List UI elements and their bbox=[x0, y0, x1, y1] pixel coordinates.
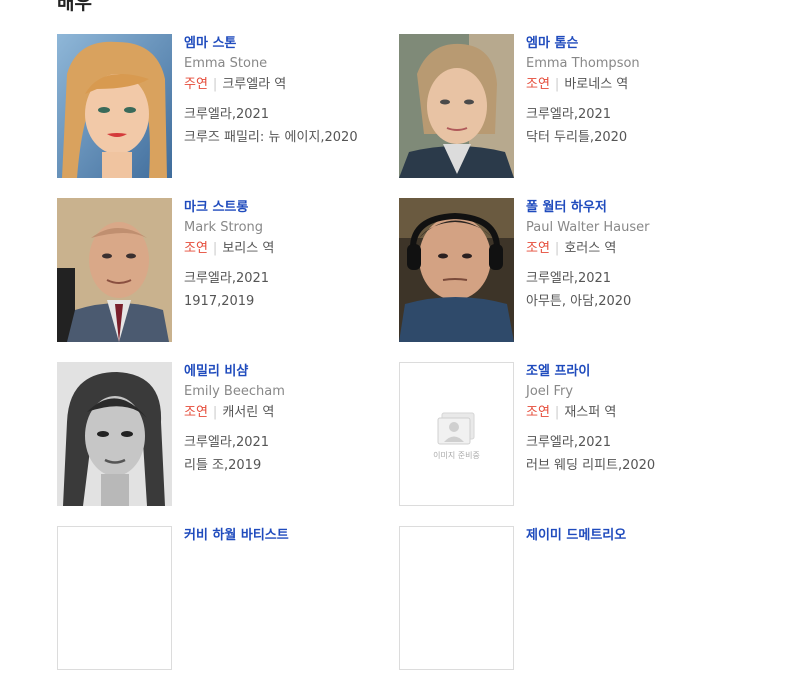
actor-card: 엠마 톰슨 Emma Thompson 조연 | 바로네스 역 크루엘라,2021 … bbox=[399, 34, 739, 184]
actor-photo[interactable] bbox=[57, 34, 172, 178]
role-type: 조연 bbox=[184, 405, 208, 420]
image-placeholder-icon bbox=[436, 411, 478, 451]
role-type: 조연 bbox=[526, 241, 550, 256]
filmography-item[interactable]: 크루엘라,2021 bbox=[526, 270, 746, 288]
role-line: 조연 | 재스퍼 역 bbox=[526, 404, 746, 422]
actor-name-en: Mark Strong bbox=[184, 220, 264, 235]
actor-photo[interactable] bbox=[399, 526, 514, 670]
role-line: 조연 | 바로네스 역 bbox=[526, 76, 746, 94]
separator: | bbox=[554, 77, 560, 92]
actor-photo[interactable] bbox=[399, 34, 514, 178]
actor-name-en: Emily Beecham bbox=[184, 384, 285, 399]
separator: | bbox=[554, 241, 560, 256]
role-line: 주연 | 크루엘라 역 bbox=[184, 76, 404, 94]
role-line: 조연 | 보리스 역 bbox=[184, 240, 404, 258]
actor-card: 제이미 드메트리오 bbox=[399, 526, 739, 676]
filmography-item[interactable]: 크루엘라,2021 bbox=[184, 106, 404, 124]
actor-name-ko[interactable]: 엠마 톰슨 bbox=[526, 35, 746, 53]
actor-name-ko[interactable]: 제이미 드메트리오 bbox=[526, 527, 746, 545]
role-name: 크루엘라 역 bbox=[222, 77, 287, 92]
role-line: 조연 | 캐서린 역 bbox=[184, 404, 404, 422]
actor-photo[interactable] bbox=[399, 198, 514, 342]
role-name: 보리스 역 bbox=[222, 241, 275, 256]
actor-card: 커비 하월 바티스트 bbox=[57, 526, 397, 676]
actor-photo[interactable] bbox=[57, 362, 172, 506]
role-type: 조연 bbox=[184, 241, 208, 256]
filmography-item[interactable]: 크루엘라,2021 bbox=[184, 434, 404, 452]
section-title: 배우 bbox=[57, 0, 92, 14]
actor-name-en: Paul Walter Hauser bbox=[526, 220, 650, 235]
filmography-item[interactable]: 크루엘라,2021 bbox=[526, 106, 746, 124]
actor-name-ko[interactable]: 폴 월터 하우저 bbox=[526, 199, 746, 217]
separator: | bbox=[212, 77, 218, 92]
filmography-item[interactable]: 1917,2019 bbox=[184, 293, 404, 311]
actor-photo[interactable] bbox=[57, 198, 172, 342]
actor-card: 마크 스트롱 Mark Strong 조연 | 보리스 역 크루엘라,2021 19… bbox=[57, 198, 397, 348]
role-name: 재스퍼 역 bbox=[564, 405, 617, 420]
actor-name-ko[interactable]: 에밀리 비샴 bbox=[184, 363, 404, 381]
actor-name-ko[interactable]: 조엘 프라이 bbox=[526, 363, 746, 381]
filmography-item[interactable]: 아무튼, 아담,2020 bbox=[526, 293, 746, 311]
role-line: 조연 | 호러스 역 bbox=[526, 240, 746, 258]
actor-name-en: Emma Stone bbox=[184, 56, 268, 71]
filmography-item[interactable]: 닥터 두리틀,2020 bbox=[526, 129, 746, 147]
filmography-item[interactable]: 리틀 조,2019 bbox=[184, 457, 404, 475]
actor-card: 이미지 준비중 조엘 프라이 Joel Fry 조연 | 재스퍼 역 크루엘라,20… bbox=[399, 362, 739, 512]
placeholder-text: 이미지 준비중 bbox=[433, 451, 480, 460]
role-name: 바로네스 역 bbox=[564, 77, 629, 92]
actor-photo[interactable] bbox=[57, 526, 172, 670]
separator: | bbox=[212, 241, 218, 256]
role-type: 조연 bbox=[526, 77, 550, 92]
actor-card: 폴 월터 하우저 Paul Walter Hauser 조연 | 호러스 역 크루엘… bbox=[399, 198, 739, 348]
actor-card: 에밀리 비샴 Emily Beecham 조연 | 캐서린 역 크루엘라,2021 … bbox=[57, 362, 397, 512]
actor-card: 엠마 스톤 Emma Stone 주연 | 크루엘라 역 크루엘라,2021 크루즈… bbox=[57, 34, 397, 184]
actor-name-ko[interactable]: 커비 하월 바티스트 bbox=[184, 527, 404, 545]
filmography-item[interactable]: 크루엘라,2021 bbox=[184, 270, 404, 288]
filmography-item[interactable]: 러브 웨딩 리피트,2020 bbox=[526, 457, 746, 475]
actor-name-ko[interactable]: 마크 스트롱 bbox=[184, 199, 404, 217]
separator: | bbox=[212, 405, 218, 420]
actor-photo-placeholder[interactable]: 이미지 준비중 bbox=[399, 362, 514, 506]
filmography-item[interactable]: 크루즈 패밀리: 뉴 에이지,2020 bbox=[184, 129, 404, 147]
role-type: 주연 bbox=[184, 77, 208, 92]
actor-name-ko[interactable]: 엠마 스톤 bbox=[184, 35, 404, 53]
role-name: 캐서린 역 bbox=[222, 405, 275, 420]
role-type: 조연 bbox=[526, 405, 550, 420]
separator: | bbox=[554, 405, 560, 420]
filmography-item[interactable]: 크루엘라,2021 bbox=[526, 434, 746, 452]
actor-name-en: Emma Thompson bbox=[526, 56, 640, 71]
role-name: 호러스 역 bbox=[564, 241, 617, 256]
actor-name-en: Joel Fry bbox=[526, 384, 574, 399]
